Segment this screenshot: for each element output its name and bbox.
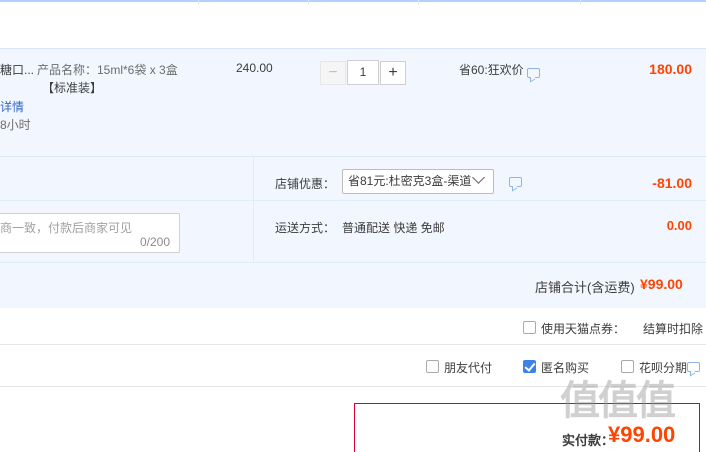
amount-due-label: 实付款：: [562, 433, 615, 448]
shop-total-value: ¥99.00: [640, 276, 683, 292]
tmall-coupon-label: 使用天猫点券：: [541, 322, 626, 336]
header-divider: [198, 0, 199, 4]
product-spec: 【标准装】: [42, 81, 103, 95]
coupon-note: 结算时扣除: [643, 322, 704, 336]
header-divider: [580, 0, 581, 4]
friend-pay-label: 朋友代付: [444, 361, 493, 375]
amount-due-value: ¥99.00: [608, 422, 676, 447]
panel-divider: [0, 262, 706, 263]
chat-bubble-icon[interactable]: [527, 68, 540, 78]
product-detail-link[interactable]: 详情: [0, 98, 24, 115]
table-header-border: [0, 0, 706, 2]
quantity-decrease-button[interactable]: −: [320, 61, 346, 85]
tmall-coupon-checkbox[interactable]: [523, 321, 536, 334]
header-divider: [308, 0, 309, 4]
shop-discount-select[interactable]: 省81元:杜密克3盒-渠道: [342, 169, 494, 194]
shipping-fee: 0.00: [666, 218, 692, 233]
unit-price: 240.00: [236, 61, 273, 75]
header-divider: [418, 0, 419, 4]
shop-discount-value: -81.00: [652, 175, 692, 191]
section-divider: [0, 344, 706, 345]
anonymous-purchase-checkbox[interactable]: [523, 360, 536, 373]
watermark: 值值值: [560, 379, 676, 423]
friend-pay-checkbox[interactable]: [426, 360, 439, 373]
message-char-count: 0/200: [140, 235, 171, 249]
chat-bubble-icon[interactable]: [687, 362, 700, 372]
product-name[interactable]: 糖口...: [0, 61, 34, 78]
delivery-promise: 8小时: [0, 118, 31, 132]
message-placeholder: 商一致，付款后商家可见: [0, 221, 133, 235]
panel-divider: [253, 157, 254, 263]
quantity-increase-button[interactable]: +: [380, 61, 406, 85]
shop-discount-label: 店铺优惠：: [275, 177, 336, 191]
product-attribute: 产品名称：15ml*6袋 x 3盒: [37, 63, 178, 77]
item-subtotal: 180.00: [649, 61, 692, 77]
shop-total-label: 店铺合计(含运费): [535, 280, 635, 295]
panel-divider: [0, 200, 706, 201]
chat-bubble-icon[interactable]: [509, 177, 522, 187]
shipping-label: 运送方式：: [275, 221, 336, 235]
quantity-input[interactable]: 1: [347, 60, 379, 85]
promotion-label: 省60:狂欢价: [459, 63, 524, 77]
shipping-method: 普通配送 快递 免邮: [342, 221, 445, 235]
